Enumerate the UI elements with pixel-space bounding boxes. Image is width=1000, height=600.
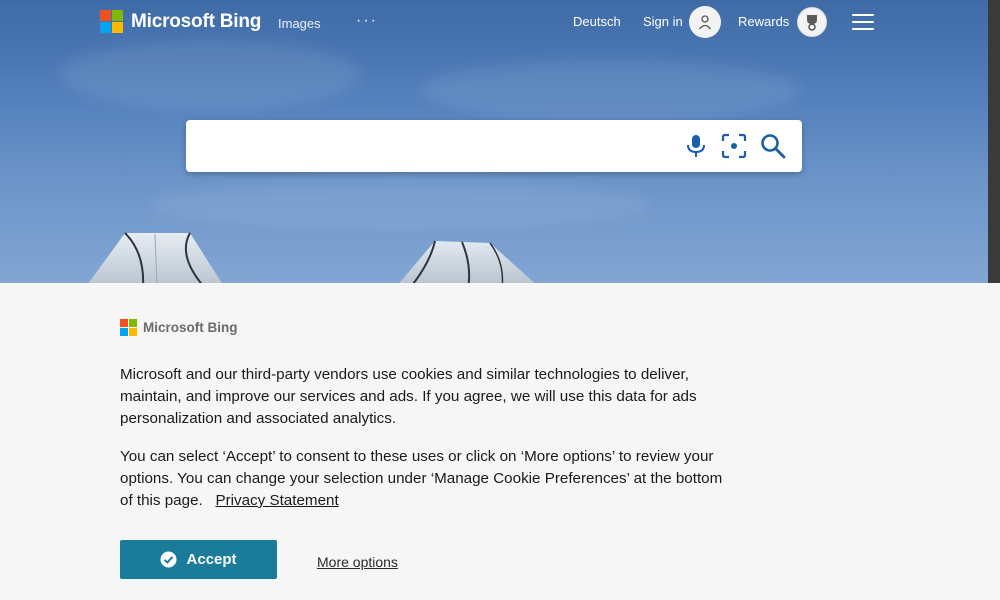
page-scrollbar[interactable] (988, 0, 1000, 283)
microsoft-logo-icon (120, 319, 137, 336)
microphone-icon[interactable] (682, 132, 710, 160)
rewards-link[interactable]: Rewards (738, 14, 789, 29)
privacy-statement-link[interactable]: Privacy Statement (215, 492, 338, 509)
cookie-banner-logo: Microsoft Bing (120, 319, 238, 336)
cloud-shape (420, 60, 800, 120)
visual-search-icon[interactable] (720, 132, 748, 160)
cookie-options-description: You can select ‘Accept’ to consent to th… (120, 448, 723, 509)
language-link[interactable]: Deutsch (573, 14, 621, 29)
checkmark-circle-icon (160, 551, 177, 568)
search-box (186, 120, 802, 172)
cookie-options-text: You can select ‘Accept’ to consent to th… (120, 446, 730, 512)
cloud-shape (150, 180, 650, 230)
cookie-consent-banner: Microsoft Bing Microsoft and our third-p… (0, 283, 1000, 600)
microsoft-logo-icon (100, 10, 123, 33)
hamburger-menu-icon[interactable] (852, 14, 874, 30)
search-input[interactable] (202, 130, 666, 164)
top-navigation-bar: Microsoft Bing Images ··· Deutsch Sign i… (0, 0, 988, 46)
accept-button-label: Accept (186, 551, 237, 568)
rewards-trophy-icon[interactable] (797, 7, 827, 37)
search-icon[interactable] (759, 132, 787, 160)
sign-in-link[interactable]: Sign in (643, 14, 683, 29)
bing-logo[interactable]: Microsoft Bing (100, 10, 261, 33)
nav-images-link[interactable]: Images (278, 16, 321, 31)
cookie-description: Microsoft and our third-party vendors us… (120, 366, 697, 427)
more-nav-icon[interactable]: ··· (356, 12, 378, 30)
brand-name: Microsoft Bing (131, 10, 262, 32)
more-options-link[interactable]: More options (317, 554, 398, 570)
accept-button[interactable]: Accept (120, 540, 277, 579)
tent-right-image (399, 240, 535, 283)
tent-left-image (88, 232, 222, 283)
cookie-banner-brand: Microsoft Bing (143, 320, 238, 335)
account-icon[interactable] (689, 6, 721, 38)
cloud-shape (60, 40, 360, 110)
